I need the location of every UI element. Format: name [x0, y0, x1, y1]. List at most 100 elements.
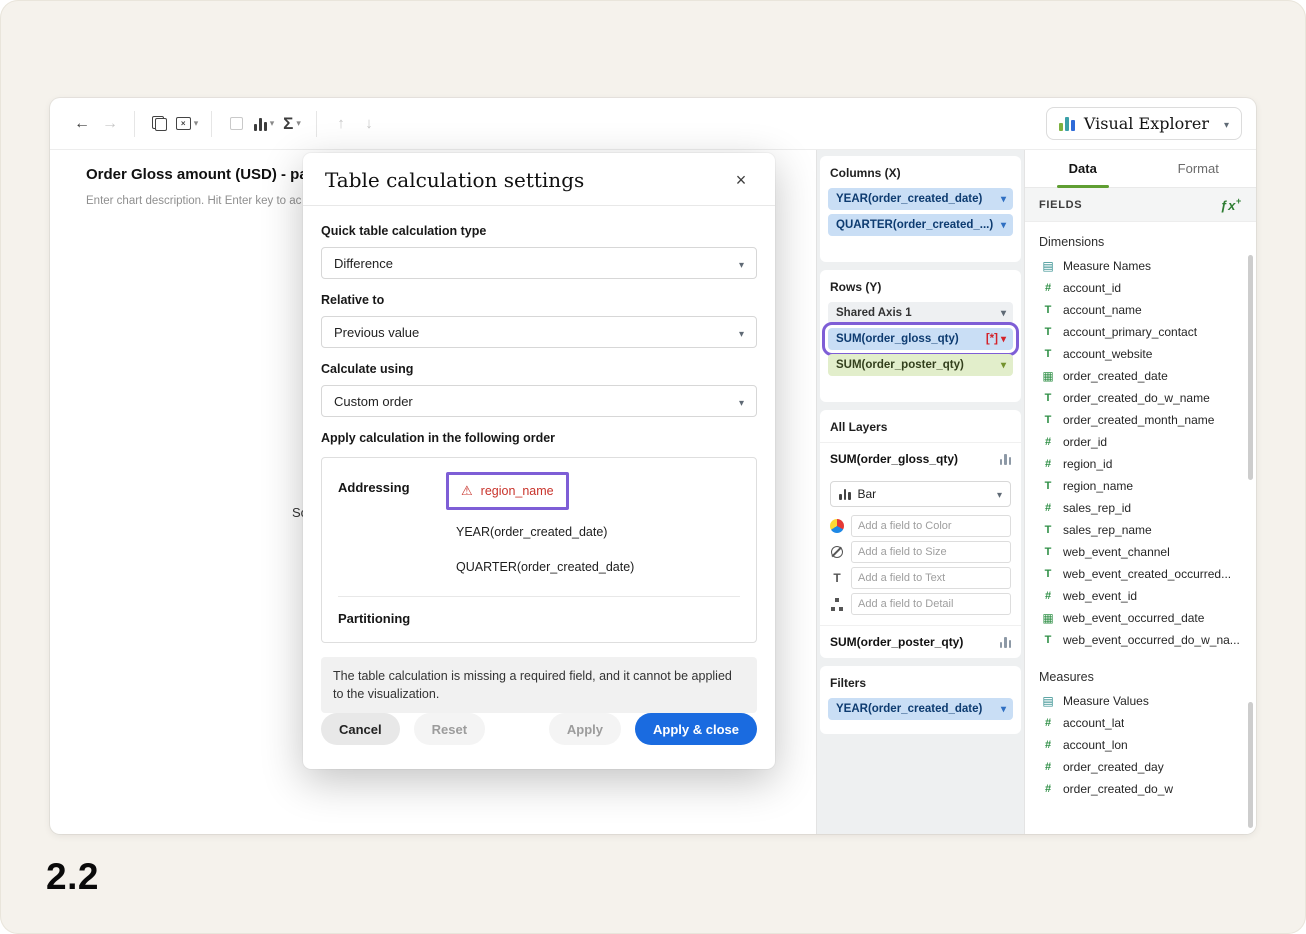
column-pill[interactable]: QUARTER(order_created_...)	[828, 214, 1013, 236]
field-item[interactable]: account_id	[1025, 277, 1256, 299]
addressing-item[interactable]: QUARTER(order_created_date)	[446, 554, 740, 580]
field-item[interactable]: sales_rep_id	[1025, 497, 1256, 519]
chevron-down-icon[interactable]	[1001, 219, 1006, 231]
text-icon	[1041, 348, 1055, 360]
tab-data[interactable]: Data	[1025, 150, 1141, 187]
addressing-item-label: region_name	[481, 484, 554, 498]
bar-chart-icon	[1000, 636, 1012, 648]
layer-row-poster[interactable]: SUM(order_poster_qty)	[820, 625, 1021, 658]
shared-axis-selector[interactable]: Shared Axis 1	[828, 302, 1013, 324]
chevron-down-icon[interactable]	[739, 394, 744, 409]
field-item[interactable]: order_created_date	[1025, 365, 1256, 387]
addressing-item-label: YEAR(order_created_date)	[456, 525, 607, 539]
color-field-input[interactable]	[851, 515, 1011, 537]
field-item[interactable]: account_name	[1025, 299, 1256, 321]
field-item[interactable]: Measure Names	[1025, 255, 1256, 277]
text-field-input[interactable]	[851, 567, 1011, 589]
chevron-down-icon[interactable]	[739, 256, 744, 271]
mark-type-select[interactable]: Bar	[830, 481, 1011, 507]
color-icon	[830, 519, 844, 533]
field-item[interactable]: account_website	[1025, 343, 1256, 365]
field-item[interactable]: account_primary_contact	[1025, 321, 1256, 343]
row-pill-gloss[interactable]: SUM(order_gloss_qty) [*]	[828, 328, 1013, 350]
delete-element-icon[interactable]	[173, 110, 201, 138]
field-item[interactable]: order_created_month_name	[1025, 409, 1256, 431]
calc-type-select[interactable]: Difference	[321, 247, 757, 279]
size-drop-row	[830, 541, 1011, 563]
calculate-using-select[interactable]: Custom order	[321, 385, 757, 417]
crop-icon[interactable]	[222, 110, 250, 138]
shared-axis-label: Shared Axis 1	[836, 307, 912, 319]
all-layers-card: All Layers SUM(order_gloss_qty) Bar	[820, 410, 1021, 658]
add-calculation-icon[interactable]	[1220, 196, 1242, 212]
bar-chart-icon	[1000, 453, 1012, 465]
chevron-down-icon[interactable]	[1001, 703, 1006, 715]
crop-glyph	[230, 117, 243, 130]
relative-to-select[interactable]: Previous value	[321, 316, 757, 348]
field-item[interactable]: order_created_do_w_name	[1025, 387, 1256, 409]
warning-icon	[461, 483, 473, 499]
number-icon	[1041, 590, 1055, 602]
field-item[interactable]: web_event_occurred_date	[1025, 607, 1256, 629]
chevron-down-icon[interactable]	[1001, 333, 1006, 345]
chevron-down-icon[interactable]	[1001, 307, 1006, 319]
field-item[interactable]: web_event_occurred_do_w_na...	[1025, 629, 1256, 651]
field-item[interactable]: order_id	[1025, 431, 1256, 453]
chevron-down-icon[interactable]	[997, 487, 1002, 501]
field-item[interactable]: Measure Values	[1025, 690, 1256, 712]
addressing-item[interactable]: region_name	[446, 472, 569, 510]
scrollbar-thumb[interactable]	[1248, 702, 1253, 828]
field-item[interactable]: account_lon	[1025, 734, 1256, 756]
rows-pill-stack: SUM(order_gloss_qty) [*] SUM(order_poste…	[820, 328, 1021, 376]
detail-field-input[interactable]	[851, 593, 1011, 615]
sort-descending-icon[interactable]	[355, 110, 383, 138]
modal-title: Table calculation settings	[325, 168, 584, 192]
field-item[interactable]: account_lat	[1025, 712, 1256, 734]
addressing-item-label: QUARTER(order_created_date)	[456, 560, 634, 574]
table-calculation-settings-modal: Table calculation settings Quick table c…	[303, 153, 775, 769]
back-arrow-icon[interactable]	[68, 110, 96, 138]
app-switcher[interactable]: Visual Explorer	[1046, 107, 1242, 140]
size-field-input[interactable]	[851, 541, 1011, 563]
number-icon	[1041, 761, 1055, 773]
bar-chart-icon	[839, 488, 851, 500]
filter-pill[interactable]: YEAR(order_created_date)	[828, 698, 1013, 720]
duplicate-icon[interactable]	[145, 110, 173, 138]
tab-format[interactable]: Format	[1141, 150, 1257, 187]
chevron-down-icon[interactable]	[1001, 193, 1006, 205]
delete-icon	[176, 117, 191, 130]
cancel-button[interactable]: Cancel	[321, 713, 400, 745]
sort-ascending-icon[interactable]	[327, 110, 355, 138]
row-pill-poster[interactable]: SUM(order_poster_qty)	[828, 354, 1013, 376]
aggregate-sigma-icon[interactable]	[278, 110, 306, 138]
chevron-down-icon[interactable]	[1001, 359, 1006, 371]
field-item[interactable]: order_created_do_w	[1025, 778, 1256, 800]
text-icon	[1041, 546, 1055, 558]
scrollbar-thumb[interactable]	[1248, 255, 1253, 480]
number-icon	[1041, 282, 1055, 294]
column-pill[interactable]: YEAR(order_created_date)	[828, 188, 1013, 210]
field-item[interactable]: web_event_channel	[1025, 541, 1256, 563]
chevron-down-icon[interactable]	[739, 325, 744, 340]
forward-arrow-icon[interactable]	[96, 110, 124, 138]
measures-list: Measure Values account_lat account_lon	[1025, 690, 1256, 800]
partitioning-label: Partitioning	[338, 603, 446, 626]
field-label: web_event_occurred_date	[1063, 611, 1204, 625]
chart-type-icon[interactable]	[250, 110, 278, 138]
apply-button[interactable]: Apply	[549, 713, 621, 745]
field-item[interactable]: region_id	[1025, 453, 1256, 475]
field-item[interactable]: region_name	[1025, 475, 1256, 497]
apply-and-close-button[interactable]: Apply & close	[635, 713, 757, 745]
layer-label: SUM(order_gloss_qty)	[830, 452, 958, 466]
reset-button[interactable]: Reset	[414, 713, 485, 745]
addressing-item[interactable]: YEAR(order_created_date)	[446, 519, 740, 545]
field-label: web_event_channel	[1063, 545, 1170, 559]
close-icon[interactable]	[729, 168, 753, 192]
field-item[interactable]: order_created_day	[1025, 756, 1256, 778]
field-item[interactable]: web_event_id	[1025, 585, 1256, 607]
screenshot-frame: Visual Explorer Order Gloss amount (USD)…	[0, 0, 1306, 934]
field-item[interactable]: web_event_created_occurred...	[1025, 563, 1256, 585]
field-item[interactable]: sales_rep_name	[1025, 519, 1256, 541]
layer-row-gloss[interactable]: SUM(order_gloss_qty)	[820, 442, 1021, 475]
relative-to-value: Previous value	[334, 325, 419, 340]
